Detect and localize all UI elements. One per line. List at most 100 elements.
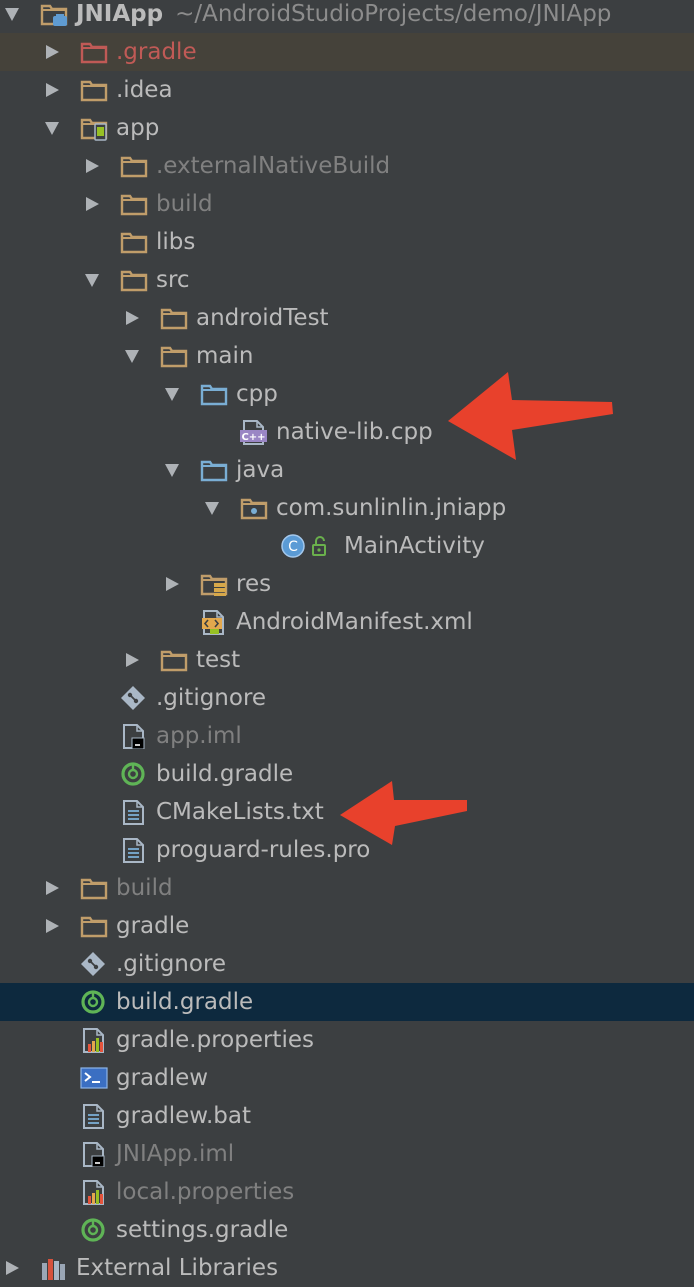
tree-row-label: settings.gradle [116, 1217, 289, 1243]
libraries-icon-icon [40, 1255, 68, 1281]
tree-row-package[interactable]: com.sunlinlin.jniapp [0, 489, 694, 527]
tree-row-proguard[interactable]: proguard-rules.pro [0, 831, 694, 869]
chevron-right-icon[interactable] [124, 652, 140, 668]
tree-row-gradle-dir[interactable]: .gradle [0, 33, 694, 71]
folder-icon [120, 267, 148, 293]
tree-row-label: main [196, 343, 254, 369]
tree-row-root-build[interactable]: build [0, 869, 694, 907]
iml-file-icon [80, 1141, 108, 1168]
gradle-file-icon [120, 761, 148, 787]
tree-row-app[interactable]: app [0, 109, 694, 147]
tree-row-cmakelists[interactable]: CMakeLists.txt [0, 793, 694, 831]
chevron-down-icon[interactable] [164, 386, 180, 402]
chevron-right-icon[interactable] [44, 918, 60, 934]
chevron-right-icon[interactable] [124, 310, 140, 326]
chevron-right-icon[interactable] [84, 158, 100, 174]
chevron-down-icon[interactable] [4, 6, 20, 22]
svg-text:C++: C++ [241, 432, 265, 443]
tree-row-root-build-gradle[interactable]: build.gradle [0, 983, 694, 1021]
tree-row-jniapp-iml[interactable]: JNIApp.iml [0, 1135, 694, 1173]
tree-row-label: proguard-rules.pro [156, 837, 371, 863]
tree-row-external-libraries[interactable]: External Libraries [0, 1249, 694, 1287]
cpp-file-icon: C++ [240, 419, 268, 445]
tree-row-label: .externalNativeBuild [156, 153, 391, 179]
chevron-right-icon[interactable] [84, 196, 100, 212]
chevron-down-icon[interactable] [204, 500, 220, 516]
tree-row-androidtest[interactable]: androidTest [0, 299, 694, 337]
properties-file-icon [80, 1027, 108, 1053]
iml-file-icon [120, 723, 148, 750]
tree-row-gradle-properties[interactable]: gradle.properties [0, 1021, 694, 1059]
tree-row-externalnativebuild[interactable]: .externalNativeBuild [0, 147, 694, 185]
tree-row-cpp[interactable]: cpp [0, 375, 694, 413]
tree-row-label: .gitignore [116, 951, 227, 977]
shell-file-icon [80, 1065, 108, 1091]
tree-row-res[interactable]: res [0, 565, 694, 603]
tree-row-label: AndroidManifest.xml [236, 609, 473, 635]
text-file-icon [120, 799, 148, 825]
tree-row-app-gitignore[interactable]: .gitignore [0, 679, 694, 717]
tree-row-label: CMakeLists.txt [156, 799, 324, 825]
tree-row-app-iml[interactable]: app.iml [0, 717, 694, 755]
folder-icon [120, 191, 148, 217]
project-path: ~/AndroidStudioProjects/demo/JNIApp [175, 1, 612, 27]
tree-row-app-build-gradle[interactable]: build.gradle [0, 755, 694, 793]
tree-row-libs[interactable]: libs [0, 223, 694, 261]
tree-row-label: gradlew.bat [116, 1103, 252, 1129]
tree-row-label: gradlew [116, 1065, 209, 1091]
tree-row-label: JNIApp ~/AndroidStudioProjects/demo/JNIAp… [76, 1, 612, 27]
tree-row-app-build[interactable]: build [0, 185, 694, 223]
folder-red-icon [80, 39, 108, 65]
tree-row-local-properties[interactable]: local.properties [0, 1173, 694, 1211]
tree-row-gradlew[interactable]: gradlew [0, 1059, 694, 1097]
folder-blue-icon [200, 381, 228, 407]
tree-row-jniapp[interactable]: JNIApp ~/AndroidStudioProjects/demo/JNIAp… [0, 0, 694, 33]
chevron-right-icon[interactable] [44, 82, 60, 98]
chevron-right-icon[interactable] [164, 576, 180, 592]
android-module-folder-icon [80, 115, 108, 141]
text-file-icon [80, 1103, 108, 1129]
tree-row-label: androidTest [196, 305, 329, 331]
chevron-right-icon[interactable] [44, 44, 60, 60]
folder-icon [120, 153, 148, 179]
tree-row-label: app [116, 115, 160, 141]
tree-row-label: JNIApp.iml [116, 1141, 235, 1167]
tree-row-label: com.sunlinlin.jniapp [276, 495, 507, 521]
chevron-down-icon[interactable] [44, 120, 60, 136]
tree-row-label: .gradle [116, 39, 197, 65]
chevron-right-icon[interactable] [44, 880, 60, 896]
gradle-file-icon [80, 1217, 108, 1243]
git-file-icon [120, 685, 148, 711]
tree-row-label: local.properties [116, 1179, 295, 1205]
tree-row-manifest[interactable]: AndroidManifest.xml [0, 603, 694, 641]
tree-row-settings-gradle[interactable]: settings.gradle [0, 1211, 694, 1249]
gradle-file-icon [80, 989, 108, 1015]
tree-row-label: External Libraries [76, 1255, 279, 1281]
folder-icon [160, 343, 188, 369]
tree-row-src[interactable]: src [0, 261, 694, 299]
chevron-down-icon[interactable] [124, 348, 140, 364]
tree-row-gradlew-bat[interactable]: gradlew.bat [0, 1097, 694, 1135]
tree-row-label: java [236, 457, 285, 483]
tree-row-main[interactable]: main [0, 337, 694, 375]
tree-row-test[interactable]: test [0, 641, 694, 679]
tree-row-label: .gitignore [156, 685, 267, 711]
tree-row-root-gitignore[interactable]: .gitignore [0, 945, 694, 983]
folder-icon [160, 647, 188, 673]
tree-row-native-lib[interactable]: C++ native-lib.cpp [0, 413, 694, 451]
folder-icon [120, 229, 148, 255]
tree-row-label: gradle.properties [116, 1027, 314, 1053]
tree-row-label: res [236, 571, 272, 597]
tree-row-label: build [156, 191, 213, 217]
tree-row-root-gradle[interactable]: gradle [0, 907, 694, 945]
manifest-file-icon [200, 609, 228, 635]
chevron-down-icon[interactable] [164, 462, 180, 478]
tree-row-label: src [156, 267, 190, 293]
tree-row-mainactivity[interactable]: C MainActivity [0, 527, 694, 565]
svg-text:C: C [288, 539, 298, 555]
tree-row-idea[interactable]: .idea [0, 71, 694, 109]
tree-row-label: MainActivity [344, 533, 485, 559]
chevron-down-icon[interactable] [84, 272, 100, 288]
tree-row-java[interactable]: java [0, 451, 694, 489]
chevron-right-icon[interactable] [4, 1260, 20, 1276]
